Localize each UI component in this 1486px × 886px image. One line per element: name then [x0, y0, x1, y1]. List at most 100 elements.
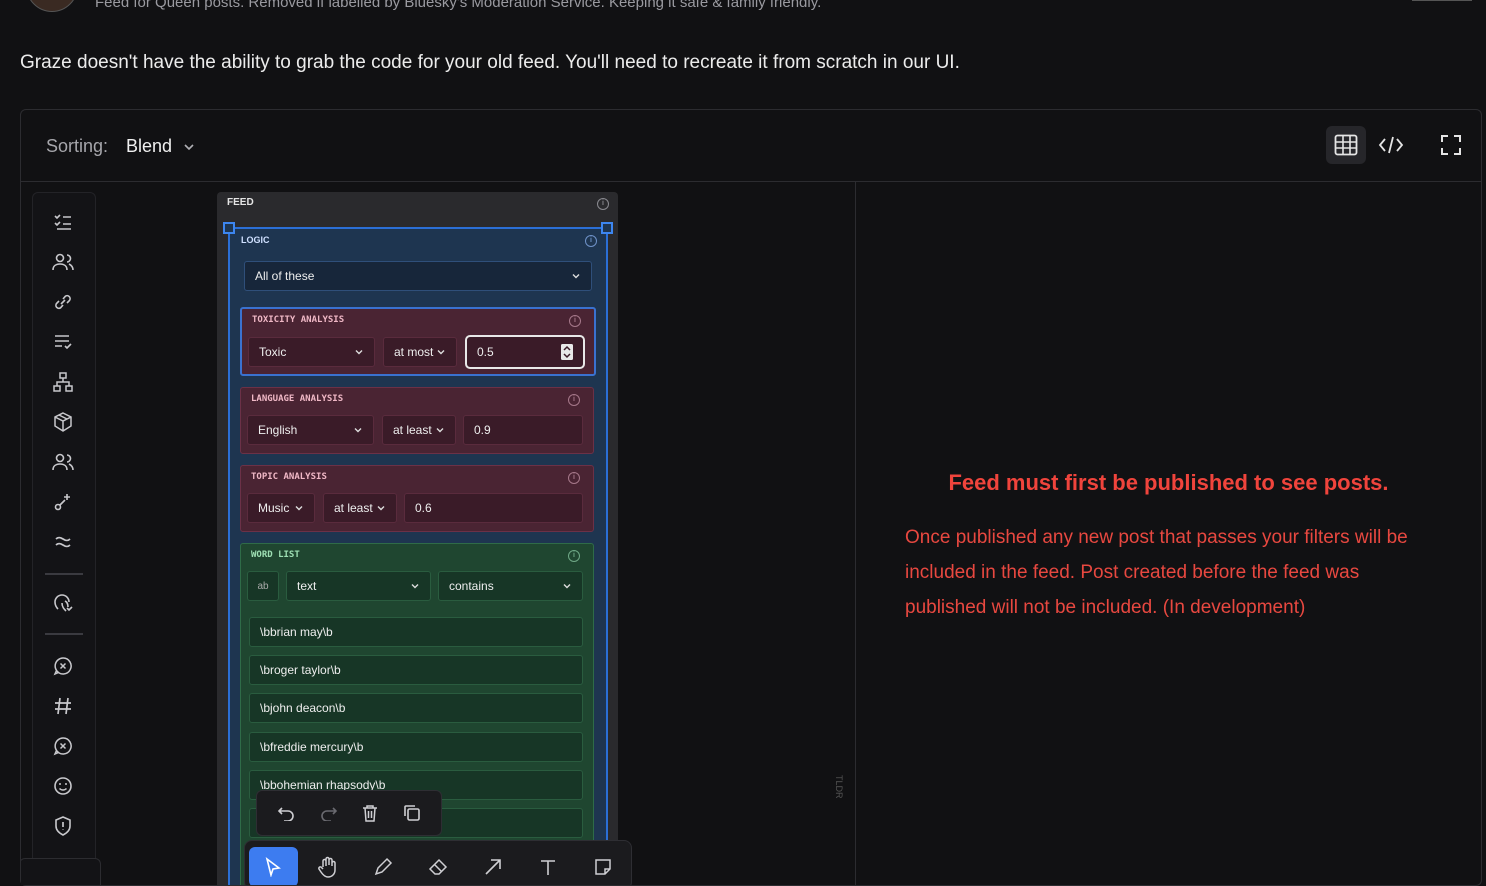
language-operator-value: at least	[393, 423, 432, 437]
language-select[interactable]: English	[247, 415, 374, 445]
number-stepper-icon[interactable]	[561, 344, 573, 360]
regex-mode-label: ab	[257, 580, 269, 592]
word-list-operator-select[interactable]: contains	[438, 571, 583, 601]
toxicity-operator-select[interactable]: at most	[383, 337, 457, 367]
resize-handle[interactable]	[223, 222, 235, 234]
logic-block[interactable]: LOGIC i All of these TOXICITY ANALYSIS i…	[223, 222, 613, 885]
topic-select[interactable]: Music	[247, 493, 315, 523]
hierarchy-icon[interactable]	[52, 371, 74, 393]
topic-operator-value: at least	[334, 501, 373, 515]
toxicity-analysis-block[interactable]: TOXICITY ANALYSIS i Toxic at most 0.5	[240, 307, 596, 376]
topic-threshold-value: 0.6	[415, 501, 432, 515]
pencil-tool[interactable]	[359, 847, 408, 885]
fullscreen-button[interactable]	[1431, 126, 1471, 164]
shield-icon[interactable]	[52, 815, 74, 837]
group-icon[interactable]	[52, 451, 74, 473]
chevron-down-icon	[377, 506, 385, 511]
info-icon[interactable]: i	[568, 394, 580, 406]
redo-icon[interactable]	[320, 805, 338, 821]
toxicity-category-value: Toxic	[259, 345, 287, 359]
word-list-item[interactable]: \bfreddie mercury\b	[249, 732, 583, 762]
text-icon	[540, 860, 555, 875]
sidebar-divider	[45, 633, 83, 635]
table-view-button[interactable]	[1326, 126, 1366, 164]
toxicity-operator-value: at most	[394, 345, 434, 359]
message-x-icon[interactable]	[52, 655, 74, 677]
info-icon[interactable]: i	[568, 472, 580, 484]
logic-canvas[interactable]: FEED i LOGIC i All of these TOXICITY ANA…	[21, 182, 855, 885]
info-icon[interactable]: i	[569, 315, 581, 327]
chevron-down-icon	[437, 350, 445, 355]
chevron-down-icon	[355, 350, 363, 355]
undo-icon[interactable]	[277, 805, 295, 821]
chevron-down-icon	[436, 428, 444, 433]
sticky-note-icon	[594, 859, 611, 875]
word-value: \bjohn deacon\b	[260, 701, 346, 715]
word-list-item[interactable]: \bbrian may\b	[249, 617, 583, 647]
word-list-item[interactable]: \broger taylor\b	[249, 655, 583, 685]
resize-handle[interactable]	[601, 222, 613, 234]
toxicity-threshold-value: 0.5	[477, 345, 494, 359]
logic-block-title: LOGIC	[241, 235, 270, 245]
sorting-select[interactable]: Blend	[126, 136, 196, 157]
feed-block[interactable]: FEED i LOGIC i All of these TOXICITY ANA…	[217, 192, 618, 885]
topic-analysis-title: TOPIC ANALYSIS	[251, 472, 327, 482]
package-icon[interactable]	[52, 411, 74, 433]
word-value: \broger taylor\b	[260, 663, 341, 677]
toxicity-category-select[interactable]: Toxic	[248, 337, 375, 367]
info-icon[interactable]: i	[585, 235, 597, 247]
cursor-icon	[266, 857, 282, 877]
topic-operator-select[interactable]: at least	[323, 493, 397, 523]
fullscreen-icon	[1441, 135, 1461, 155]
duplicate-icon[interactable]	[403, 804, 421, 822]
info-icon[interactable]: i	[568, 550, 580, 562]
language-analysis-block[interactable]: LANGUAGE ANALYSIS i English at least 0.9	[240, 387, 594, 454]
users-icon[interactable]	[52, 251, 74, 273]
note-tool[interactable]	[578, 847, 627, 885]
topic-threshold-input[interactable]: 0.6	[404, 493, 583, 523]
hashtag-icon[interactable]	[52, 695, 74, 717]
word-list-field-select[interactable]: text	[286, 571, 431, 601]
select-tool[interactable]	[249, 847, 298, 885]
text-tool[interactable]	[523, 847, 572, 885]
topic-value: Music	[258, 501, 290, 515]
canvas-tab[interactable]	[21, 858, 101, 885]
editor-toolbar: Sorting: Blend	[21, 110, 1481, 182]
word-list-mode-badge[interactable]: ab	[247, 571, 279, 601]
canvas-watermark: TLDR	[834, 775, 844, 799]
divider	[1412, 0, 1472, 1]
hand-icon	[318, 856, 337, 878]
word-list-item[interactable]: \bjohn deacon\b	[249, 693, 583, 723]
sparkle-icon[interactable]	[52, 491, 74, 513]
approx-icon[interactable]	[52, 531, 74, 553]
eraser-tool[interactable]	[414, 847, 463, 885]
checklist-icon[interactable]	[52, 211, 74, 233]
word-list-field-value: text	[297, 579, 317, 593]
language-threshold-value: 0.9	[474, 423, 491, 437]
info-icon[interactable]: i	[597, 198, 609, 210]
chevron-down-icon	[354, 428, 362, 433]
language-analysis-title: LANGUAGE ANALYSIS	[251, 394, 344, 404]
feed-avatar	[26, 0, 78, 12]
chevron-down-icon	[563, 584, 571, 589]
word-list-operator-value: contains	[449, 579, 494, 593]
arrow-tool[interactable]	[468, 847, 517, 885]
word-value: \bfreddie mercury\b	[260, 740, 364, 754]
link-icon[interactable]	[52, 291, 74, 313]
feed-block-title: FEED	[227, 197, 254, 208]
logic-mode-select[interactable]: All of these	[244, 261, 592, 291]
hand-tool[interactable]	[304, 847, 353, 885]
trash-icon[interactable]	[362, 804, 378, 822]
topic-analysis-block[interactable]: TOPIC ANALYSIS i Music at least 0.6	[240, 465, 594, 532]
face-scan-icon[interactable]	[52, 593, 74, 615]
code-view-button[interactable]	[1371, 126, 1411, 164]
message-block-icon[interactable]	[52, 735, 74, 757]
smile-icon[interactable]	[52, 775, 74, 797]
toxicity-threshold-input[interactable]: 0.5	[465, 335, 585, 369]
list-check-icon[interactable]	[52, 331, 74, 353]
sidebar-divider	[45, 573, 83, 575]
language-threshold-input[interactable]: 0.9	[463, 415, 583, 445]
block-sidebar	[32, 192, 96, 885]
language-operator-select[interactable]: at least	[382, 415, 456, 445]
preview-title: Feed must first be published to see post…	[948, 470, 1389, 495]
